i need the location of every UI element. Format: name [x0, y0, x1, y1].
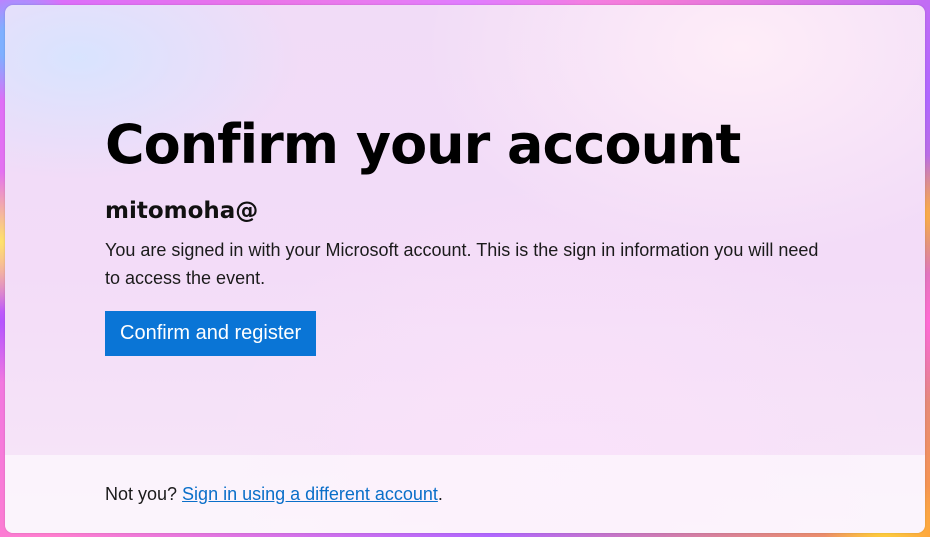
sign-in-different-account-link[interactable]: Sign in using a different account: [182, 484, 438, 504]
account-email: mitomoha@: [105, 198, 259, 224]
confirm-account-card: Confirm your account mitomoha@ You are s…: [5, 5, 925, 533]
not-you-prompt: Not you?: [105, 484, 183, 504]
card-footer: Not you? Sign in using a different accou…: [5, 455, 925, 533]
footer-text: Not you? Sign in using a different accou…: [105, 481, 443, 507]
footer-period: .: [437, 484, 443, 504]
sign-in-description: You are signed in with your Microsoft ac…: [105, 240, 819, 288]
page-title: Confirm your account: [105, 113, 741, 176]
confirm-and-register-button[interactable]: Confirm and register: [105, 311, 317, 356]
